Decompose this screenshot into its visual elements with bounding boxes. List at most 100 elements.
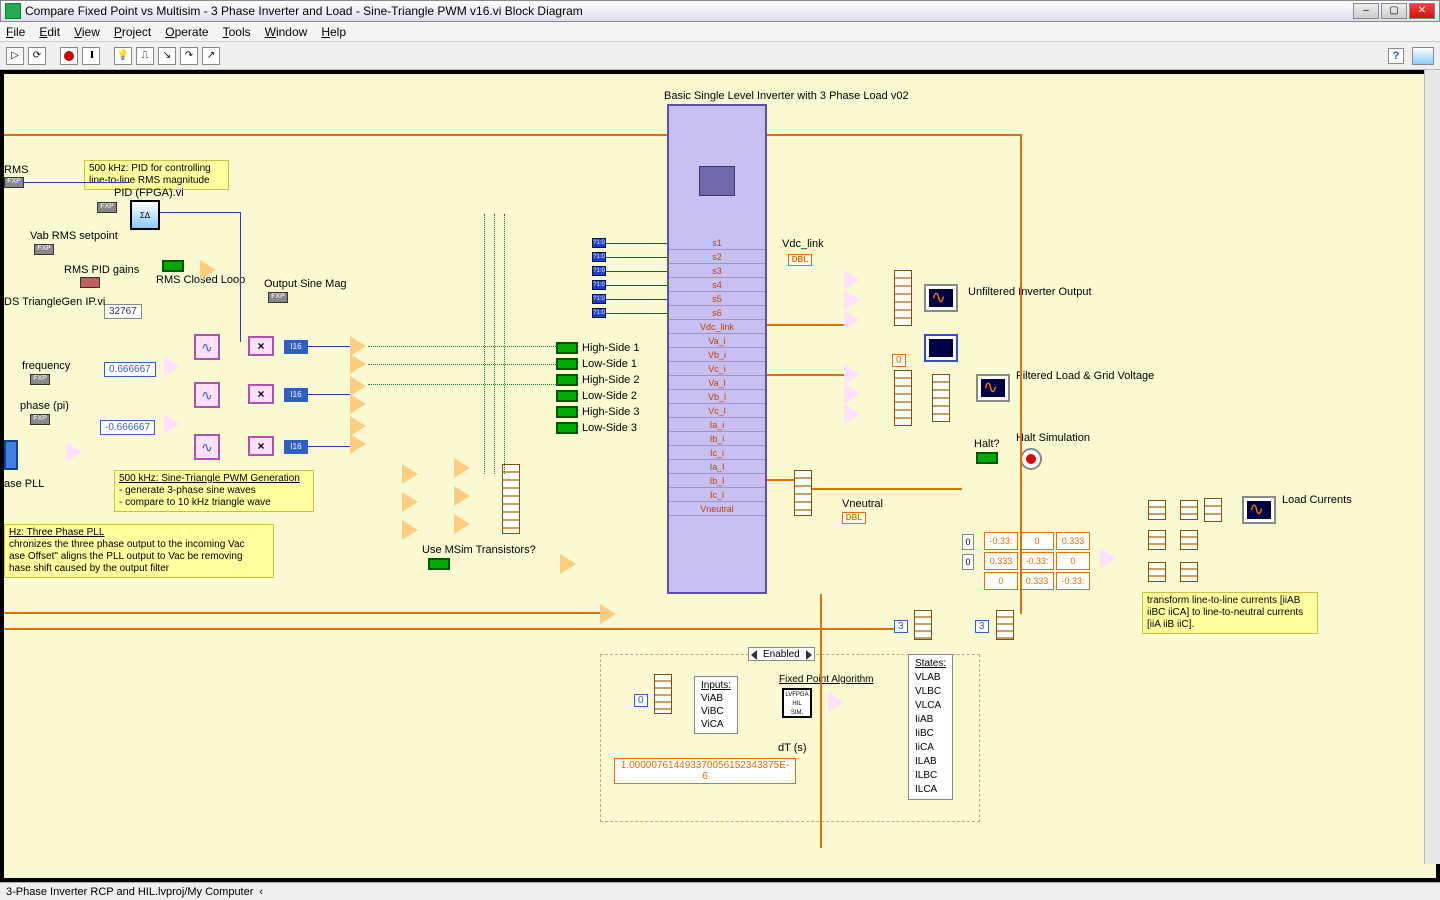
sub-b3[interactable]: [844, 404, 860, 424]
step-over-button[interactable]: ↷: [180, 47, 198, 65]
highlight-button[interactable]: 💡: [114, 47, 132, 65]
menu-edit[interactable]: Edit: [39, 25, 60, 39]
fp-out[interactable]: [828, 692, 844, 712]
sub-b2[interactable]: [844, 384, 860, 404]
add-node-3[interactable]: [164, 414, 180, 434]
block-diagram-canvas[interactable]: Basic Single Level Inverter with 3 Phase…: [4, 74, 1436, 878]
stop-button-icon[interactable]: [1020, 448, 1042, 470]
scrollbar-vertical[interactable]: [1424, 70, 1440, 864]
unbundle-2[interactable]: [1148, 530, 1166, 550]
msim-select[interactable]: [560, 554, 576, 574]
graph-unfiltered-small[interactable]: [924, 284, 958, 312]
wire: [767, 374, 844, 376]
run-button[interactable]: ▷: [6, 47, 24, 65]
const-32767[interactable]: 32767: [104, 304, 142, 319]
menu-operate[interactable]: Operate: [165, 25, 208, 39]
case-unbundle[interactable]: [654, 674, 672, 714]
retain-wire-button[interactable]: ⎍: [136, 47, 154, 65]
transform-matrix[interactable]: -0.33: 0 0.333 0.333 -0.33: 0 0 0.333 -0…: [984, 532, 1090, 590]
minimize-button[interactable]: –: [1353, 3, 1379, 19]
menu-file[interactable]: File: [6, 25, 25, 39]
sine-node-c[interactable]: ∿: [194, 434, 220, 460]
pll-subvi[interactable]: [4, 440, 18, 470]
output-sine-mag-label: Output Sine Mag: [264, 278, 347, 290]
mult-c[interactable]: ×: [248, 436, 274, 456]
sel-5[interactable]: [454, 486, 470, 506]
sub-a3[interactable]: [844, 310, 860, 330]
path-arrow-icon[interactable]: ‹: [259, 886, 263, 898]
fp-subvi[interactable]: LVFPGAHILSIM.: [782, 688, 812, 718]
matmul-node[interactable]: [1100, 548, 1116, 568]
menu-tools[interactable]: Tools: [223, 25, 251, 39]
bundle-mid[interactable]: [502, 464, 520, 534]
use-msim-control[interactable]: [428, 558, 450, 570]
unbundle-3[interactable]: [1148, 562, 1166, 582]
run-continuous-button[interactable]: ⟳: [28, 47, 46, 65]
sel-6[interactable]: [454, 514, 470, 534]
dt-const[interactable]: 1.000007614493370056152343375E-6: [614, 758, 796, 784]
cmp-cn[interactable]: [350, 434, 366, 454]
cmp-c[interactable]: [350, 416, 366, 436]
rms-closed-loop-control[interactable]: [162, 260, 184, 272]
sel-1[interactable]: [402, 464, 418, 484]
vi-icon[interactable]: [1412, 47, 1434, 65]
const-three-1[interactable]: 3: [894, 620, 908, 633]
close-button[interactable]: ✕: [1409, 3, 1435, 19]
zero-const-1[interactable]: 0: [892, 354, 906, 367]
sine-node-a[interactable]: ∿: [194, 334, 220, 360]
graph-placeholder[interactable]: [924, 334, 958, 362]
cmp-an[interactable]: [350, 354, 366, 374]
add-node-2[interactable]: [164, 356, 180, 376]
unbundle-6[interactable]: [1180, 562, 1198, 582]
mult-b[interactable]: ×: [248, 384, 274, 404]
unbundle-4[interactable]: [1180, 500, 1198, 520]
cmp-b[interactable]: [350, 376, 366, 396]
io-vai: Va_i: [669, 334, 765, 348]
bundle-currents[interactable]: [794, 470, 812, 516]
select-node-1[interactable]: [200, 260, 216, 280]
matrix-idx1[interactable]: 0: [962, 554, 974, 570]
split-1[interactable]: [914, 610, 932, 640]
unbundle-5[interactable]: [1180, 530, 1198, 550]
sel-3[interactable]: [402, 520, 418, 540]
inverter-subvi[interactable]: s1 s2 s3 s4 s5 s6 Vdc_link Va_i Vb_i Vc_…: [667, 104, 767, 594]
context-help-button[interactable]: ?: [1388, 48, 1404, 64]
bundle-lc[interactable]: [1204, 498, 1222, 522]
cmp-a[interactable]: [350, 336, 366, 356]
graph-filtered[interactable]: [976, 374, 1010, 402]
sel-4[interactable]: [454, 458, 470, 478]
menu-help[interactable]: Help: [321, 25, 346, 39]
case-selector[interactable]: Enabled: [748, 647, 815, 661]
sub-b1[interactable]: [844, 364, 860, 384]
menu-view[interactable]: View: [74, 25, 100, 39]
filtered-label: Filtered Load & Grid Voltage: [1016, 370, 1154, 382]
mult-a[interactable]: ×: [248, 336, 274, 356]
cmp-bn[interactable]: [350, 394, 366, 414]
pause-button[interactable]: II: [82, 47, 100, 65]
split-2[interactable]: [996, 610, 1014, 640]
abort-button[interactable]: [60, 47, 78, 65]
bundle-unfiltered[interactable]: [894, 270, 912, 326]
step-out-button[interactable]: ↗: [202, 47, 220, 65]
sub-a2[interactable]: [844, 290, 860, 310]
menu-project[interactable]: Project: [114, 25, 151, 39]
unbundle-1[interactable]: [1148, 500, 1166, 520]
maximize-button[interactable]: ▢: [1381, 3, 1407, 19]
sine-node-b[interactable]: ∿: [194, 382, 220, 408]
matrix-idx0[interactable]: 0: [962, 534, 974, 550]
pid-subvi[interactable]: ΣΔ: [130, 200, 160, 230]
bundle-filtered-2[interactable]: [932, 374, 950, 422]
graph-load-currents[interactable]: [1242, 496, 1276, 524]
zero-idx[interactable]: 0: [634, 694, 648, 707]
sel-pre-case[interactable]: [600, 604, 616, 624]
const-n0666[interactable]: -0.666667: [100, 420, 155, 435]
const-three-2[interactable]: 3: [975, 620, 989, 633]
menu-window[interactable]: Window: [265, 25, 308, 39]
const-0666[interactable]: 0.666667: [104, 362, 156, 377]
halt-control[interactable]: [976, 452, 998, 464]
sel-2[interactable]: [402, 492, 418, 512]
bundle-filtered[interactable]: [894, 370, 912, 426]
sub-a1[interactable]: [844, 270, 860, 290]
add-node[interactable]: [66, 442, 82, 462]
step-into-button[interactable]: ↘: [158, 47, 176, 65]
